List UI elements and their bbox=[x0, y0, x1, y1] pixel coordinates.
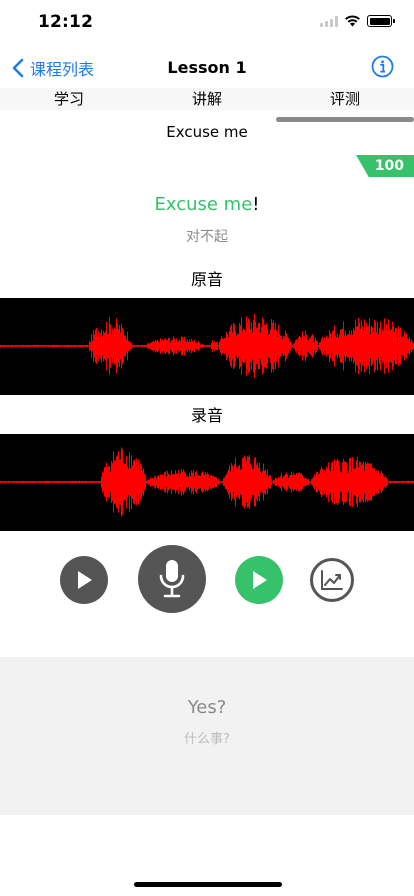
info-icon[interactable] bbox=[371, 55, 394, 78]
next-phrase-panel[interactable]: Yes? 什么事? bbox=[0, 657, 414, 815]
play-icon bbox=[78, 571, 92, 589]
score-badge: 100 bbox=[356, 155, 414, 177]
original-waveform bbox=[0, 298, 414, 395]
play-recording-button[interactable] bbox=[235, 556, 283, 604]
recording-audio-label: 录音 bbox=[190, 406, 223, 425]
recording-waveform bbox=[0, 434, 414, 531]
chart-trend-icon bbox=[321, 570, 343, 590]
compare-chart-button[interactable] bbox=[310, 558, 354, 602]
tab-study[interactable]: 学习 bbox=[0, 88, 138, 110]
tab-explain[interactable]: 讲解 bbox=[138, 88, 276, 110]
status-icons bbox=[320, 15, 395, 27]
tab-indicator bbox=[276, 117, 414, 122]
original-audio-label: 原音 bbox=[190, 270, 223, 289]
evaluated-sentence: Excuse me! bbox=[0, 194, 414, 215]
sentence-remaining-part: ! bbox=[252, 194, 260, 215]
wifi-icon bbox=[345, 15, 360, 27]
tab-evaluate[interactable]: 评测 bbox=[276, 88, 414, 110]
navigation-bar: 课程列表 Lesson 1 bbox=[0, 46, 414, 90]
segment-tabs: 学习 讲解 评测 bbox=[0, 88, 414, 110]
home-indicator bbox=[134, 882, 282, 887]
status-bar: 12:12 bbox=[0, 0, 414, 46]
audio-controls bbox=[0, 545, 414, 615]
record-button[interactable] bbox=[138, 545, 206, 613]
sentence-correct-part: Excuse me bbox=[154, 194, 253, 215]
battery-icon bbox=[367, 15, 395, 27]
play-icon bbox=[253, 571, 267, 589]
page-title: Lesson 1 bbox=[167, 58, 247, 77]
status-time: 12:12 bbox=[38, 12, 94, 32]
next-phrase-text: Yes? bbox=[187, 697, 227, 718]
cellular-signal-icon bbox=[320, 15, 338, 27]
microphone-icon bbox=[159, 560, 185, 598]
play-original-button[interactable] bbox=[60, 556, 108, 604]
score-value: 100 bbox=[374, 158, 404, 174]
next-phrase-translation: 什么事? bbox=[184, 732, 230, 747]
phrase-header: Excuse me bbox=[166, 123, 248, 141]
sentence-translation: 对不起 bbox=[186, 229, 228, 245]
